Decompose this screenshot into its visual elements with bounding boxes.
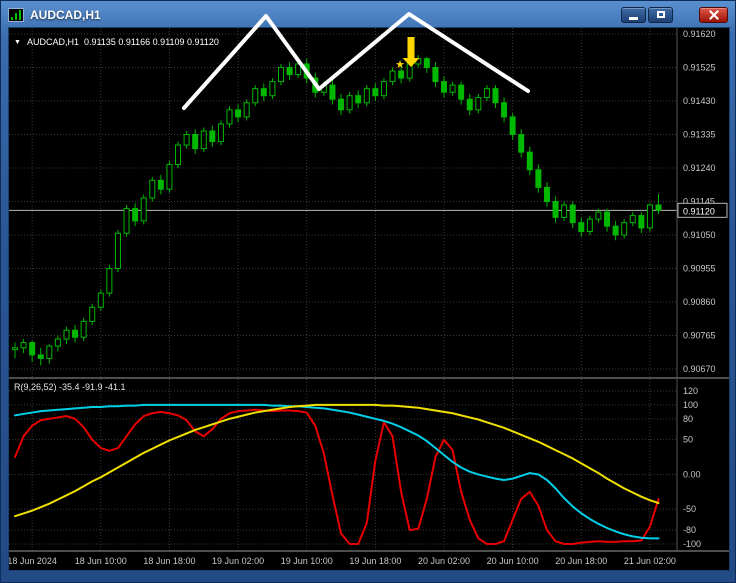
svg-text:20 Jun 10:00: 20 Jun 10:00 bbox=[487, 556, 539, 566]
window-controls bbox=[619, 6, 728, 23]
svg-text:20 Jun 18:00: 20 Jun 18:00 bbox=[555, 556, 607, 566]
svg-text:0.91050: 0.91050 bbox=[683, 230, 716, 240]
mt4-chart-window: AUDCAD,H1 0.91620 0.91525 0.91430 0.91335 0.… bbox=[0, 0, 736, 583]
svg-text:0.90955: 0.90955 bbox=[683, 264, 716, 274]
svg-text:18 Jun 10:00: 18 Jun 10:00 bbox=[75, 556, 127, 566]
svg-text:19 Jun 10:00: 19 Jun 10:00 bbox=[281, 556, 333, 566]
indicator-scale[interactable]: 120 100 80 50 0.00 -50 -80 -100 bbox=[683, 386, 701, 549]
app-icon bbox=[8, 7, 24, 22]
svg-text:21 Jun 02:00: 21 Jun 02:00 bbox=[624, 556, 676, 566]
title-bar[interactable]: AUDCAD,H1 bbox=[1, 1, 735, 28]
chart-ohlc-header: ▼ AUDCAD,H1 0.91135 0.91166 0.91109 0.91… bbox=[14, 37, 219, 47]
restore-button[interactable] bbox=[648, 6, 673, 23]
window-title: AUDCAD,H1 bbox=[30, 7, 101, 22]
svg-text:-80: -80 bbox=[683, 525, 696, 535]
svg-text:50: 50 bbox=[683, 435, 693, 445]
close-button[interactable] bbox=[699, 6, 728, 23]
svg-text:0.91620: 0.91620 bbox=[683, 29, 716, 39]
svg-text:0.90765: 0.90765 bbox=[683, 331, 716, 341]
chart-area: 0.91620 0.91525 0.91430 0.91335 0.91240 0.911… bbox=[9, 28, 729, 570]
time-axis[interactable]: 18 Jun 2024 18 Jun 10:00 18 Jun 18:00 19 Ju… bbox=[9, 556, 676, 566]
minimize-button[interactable] bbox=[621, 6, 646, 23]
restore-icon bbox=[656, 11, 665, 18]
svg-text:18 Jun 18:00: 18 Jun 18:00 bbox=[143, 556, 195, 566]
close-icon bbox=[708, 9, 720, 21]
svg-text:20 Jun 02:00: 20 Jun 02:00 bbox=[418, 556, 470, 566]
svg-text:-100: -100 bbox=[683, 539, 701, 549]
svg-text:80: 80 bbox=[683, 414, 693, 424]
svg-text:-50: -50 bbox=[683, 504, 696, 514]
svg-text:100: 100 bbox=[683, 400, 698, 410]
chart-canvas[interactable]: 0.91620 0.91525 0.91430 0.91335 0.91240 0.911… bbox=[9, 28, 729, 570]
slow-line bbox=[14, 403, 660, 518]
svg-text:0.91240: 0.91240 bbox=[683, 163, 716, 173]
svg-text:0.00: 0.00 bbox=[683, 469, 701, 479]
svg-text:19 Jun 02:00: 19 Jun 02:00 bbox=[212, 556, 264, 566]
svg-text:0.90670: 0.90670 bbox=[683, 364, 716, 374]
svg-text:0.90860: 0.90860 bbox=[683, 297, 716, 307]
price-axis[interactable]: 0.91620 0.91525 0.91430 0.91335 0.91240 0.911… bbox=[677, 29, 728, 374]
svg-text:19 Jun 18:00: 19 Jun 18:00 bbox=[349, 556, 401, 566]
ohlc-text: AUDCAD,H1 0.91135 0.91166 0.91109 0.9112… bbox=[26, 37, 219, 47]
fast-line bbox=[14, 408, 660, 545]
svg-text:0.91335: 0.91335 bbox=[683, 130, 716, 140]
svg-text:0.91525: 0.91525 bbox=[683, 63, 716, 73]
svg-text:18 Jun 2024: 18 Jun 2024 bbox=[9, 556, 57, 566]
svg-text:0.91430: 0.91430 bbox=[683, 96, 716, 106]
symbol-dropdown-icon[interactable]: ▼ bbox=[14, 39, 21, 46]
indicator-label: R(9,26,52) -35.4 -91.9 -41.1 bbox=[14, 382, 126, 392]
svg-text:0.91120: 0.91120 bbox=[683, 206, 715, 216]
minimize-icon bbox=[629, 16, 638, 20]
svg-text:120: 120 bbox=[683, 386, 698, 396]
